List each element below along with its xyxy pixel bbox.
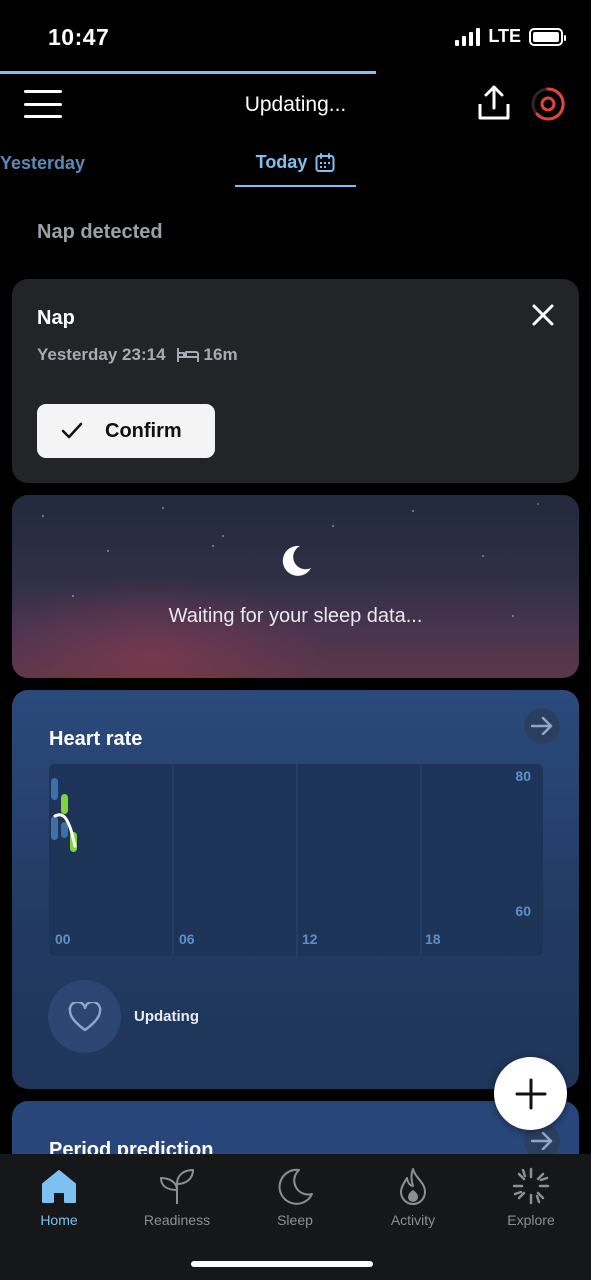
sync-progress-bar bbox=[0, 71, 376, 74]
heart-status-badge bbox=[48, 980, 121, 1053]
hr-bar bbox=[61, 822, 68, 838]
tab-yesterday[interactable]: Yesterday bbox=[0, 153, 90, 174]
sprout-icon bbox=[160, 1169, 194, 1204]
nav-explore[interactable]: Explore bbox=[472, 1166, 590, 1228]
app-header: Updating... bbox=[0, 76, 591, 136]
nav-sleep-label: Sleep bbox=[277, 1212, 313, 1228]
nap-time: Yesterday 23:14 bbox=[37, 345, 166, 364]
nav-readiness-label: Readiness bbox=[143, 1212, 211, 1228]
hr-bar bbox=[51, 778, 58, 800]
arrow-right-icon bbox=[531, 717, 553, 735]
battery-icon bbox=[529, 27, 566, 46]
hr-bar bbox=[51, 816, 58, 840]
home-indicator bbox=[191, 1261, 373, 1267]
confirm-button[interactable]: Confirm bbox=[37, 404, 215, 458]
moon-icon bbox=[282, 545, 311, 576]
flame-icon bbox=[400, 1168, 426, 1205]
bed-icon bbox=[176, 348, 199, 362]
y-tick-label: 80 bbox=[515, 768, 531, 784]
period-prediction-card[interactable]: Period prediction bbox=[12, 1101, 579, 1161]
day-tabs: Yesterday Today bbox=[0, 140, 591, 190]
status-bar: 10:47 LTE bbox=[0, 0, 591, 72]
nav-activity-label: Activity bbox=[390, 1212, 436, 1228]
heart-rate-title: Heart rate bbox=[49, 728, 143, 750]
nav-sleep[interactable]: Sleep bbox=[236, 1166, 354, 1228]
tab-today[interactable]: Today bbox=[235, 140, 356, 187]
x-tick-label: 12 bbox=[302, 931, 318, 947]
nap-card: Nap Yesterday 23:14 16m Confirm bbox=[12, 279, 579, 483]
nav-explore-label: Explore bbox=[507, 1212, 555, 1228]
close-icon[interactable] bbox=[531, 303, 555, 327]
sleep-card[interactable]: Waiting for your sleep data... bbox=[12, 495, 579, 678]
signal-icon bbox=[455, 27, 481, 46]
section-label: Nap detected bbox=[37, 221, 163, 243]
tab-today-label: Today bbox=[255, 152, 308, 172]
x-tick-label: 18 bbox=[425, 931, 441, 947]
home-icon bbox=[42, 1170, 76, 1203]
nav-home-label: Home bbox=[40, 1212, 78, 1228]
nap-duration: 16m bbox=[203, 345, 238, 364]
heart-rate-status: Updating bbox=[134, 1008, 199, 1025]
calendar-icon bbox=[315, 152, 335, 172]
sparkle-icon bbox=[512, 1167, 550, 1205]
arrow-right-icon bbox=[531, 1132, 553, 1150]
status-indicators: LTE bbox=[455, 26, 566, 47]
ring-icon[interactable] bbox=[530, 86, 566, 122]
check-icon bbox=[61, 422, 83, 439]
nap-title: Nap bbox=[37, 307, 75, 329]
network-type: LTE bbox=[488, 26, 521, 46]
heart-rate-chart: 80 60 00 06 12 18 bbox=[49, 764, 543, 956]
x-tick-label: 06 bbox=[179, 931, 195, 947]
nap-meta: Yesterday 23:14 16m bbox=[37, 345, 238, 365]
nav-home[interactable]: Home bbox=[0, 1166, 118, 1228]
y-tick-label: 60 bbox=[515, 903, 531, 919]
confirm-label: Confirm bbox=[105, 419, 182, 442]
moon-icon bbox=[278, 1168, 313, 1205]
add-button[interactable] bbox=[494, 1057, 567, 1130]
nav-readiness[interactable]: Readiness bbox=[118, 1166, 236, 1228]
sleep-waiting-message: Waiting for your sleep data... bbox=[168, 605, 423, 627]
heart-icon bbox=[68, 1001, 101, 1031]
hr-bar bbox=[61, 794, 68, 814]
nav-activity[interactable]: Activity bbox=[354, 1166, 472, 1228]
heart-rate-arrow-button[interactable] bbox=[524, 708, 560, 744]
share-icon[interactable] bbox=[476, 84, 512, 122]
heart-rate-card[interactable]: Heart rate 80 60 00 06 12 18 Updating bbox=[12, 690, 579, 1089]
x-tick-label: 00 bbox=[55, 931, 71, 947]
plus-icon bbox=[515, 1078, 546, 1109]
status-time: 10:47 bbox=[48, 24, 110, 50]
